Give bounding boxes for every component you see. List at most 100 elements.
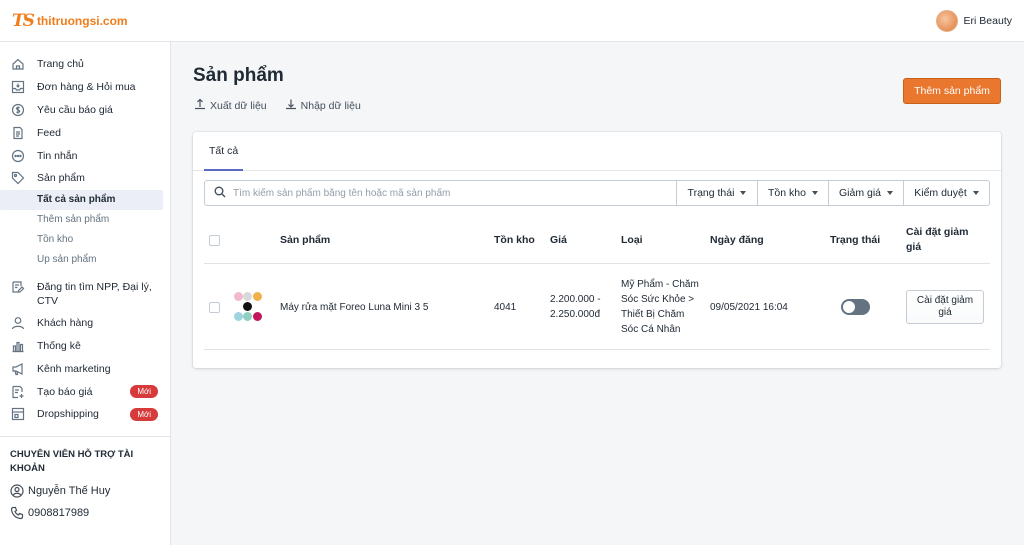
caret-down-icon [972,191,979,195]
sidebar-item-quote-requests[interactable]: Yêu cầu báo giá [0,99,170,122]
logo-text: thitruongsi.com [36,13,128,28]
chat-icon [11,149,25,163]
sidebar-item-label: Thống kê [37,339,81,352]
sidebar-subitem-add-product[interactable]: Thêm sản phẩm [0,210,170,230]
logo-mark: TS [12,10,35,31]
sidebar-item-messages[interactable]: Tin nhắn [0,144,170,167]
product-thumbnail[interactable] [232,291,264,323]
sidebar-item-products[interactable]: Sản phẩm [0,167,170,190]
sidebar-item-label: Dropshipping [37,408,99,421]
support-phone: 0908817989 [28,507,90,519]
sidebar-item-home[interactable]: Trang chủ [0,53,170,76]
sidebar-item-label: Tạo báo giá [37,385,93,398]
products-card: Tất cả Trạng thái Tồn kho Giảm giá [193,132,1001,368]
sidebar-item-label: Feed [37,126,61,139]
filter-discount[interactable]: Giảm giá [828,181,903,205]
download-icon [285,98,297,113]
products-table: Sản phẩm Tồn kho Giá Loại Ngày đăng Trạn… [204,216,990,350]
sidebar-item-statistics[interactable]: Thống kê [0,335,170,358]
import-label: Nhập dữ liệu [300,99,361,112]
sidebar-item-dropshipping[interactable]: Dropshipping Mới [0,403,170,426]
product-stock: 4041 [494,301,517,313]
caret-down-icon [740,191,747,195]
phone-icon [10,506,24,520]
post-icon [11,280,25,294]
main-content: Sản phẩm Xuất dữ liệu Nhập dữ liệu Thêm … [171,42,1024,545]
sidebar-item-label: Trang chủ [37,58,84,71]
column-header-stock: Tồn kho [494,234,535,246]
chart-icon [11,339,25,353]
upload-icon [194,98,206,113]
sidebar-subitem-inventory[interactable]: Tồn kho [0,230,170,250]
sidebar-subitem-all-products[interactable]: Tất cả sản phẩm [0,189,163,210]
sidebar-item-label: Khách hàng [37,317,94,330]
support-phone-row[interactable]: 0908817989 [10,506,161,520]
sidebar-item-label: Sản phẩm [37,172,85,185]
row-checkbox[interactable] [209,301,220,313]
filter-label: Kiểm duyệt [914,187,967,199]
column-header-price: Giá [550,234,567,246]
support-title: CHUYÊN VIÊN HỖ TRỢ TÀI KHOẢN [10,449,134,474]
table-header: Sản phẩm Tồn kho Giá Loại Ngày đăng Trạn… [204,216,990,264]
column-header-status: Trạng thái [830,234,881,246]
sidebar-item-create-quote[interactable]: Tạo báo giá Mới [0,380,170,403]
quote-icon [11,385,25,399]
filter-label: Tồn kho [768,187,806,199]
filter-status[interactable]: Trạng thái [676,181,757,205]
export-data-button[interactable]: Xuất dữ liệu [194,98,267,113]
product-name[interactable]: Máy rửa mặt Foreo Luna Mini 3 5 [280,264,428,350]
sidebar-subitem-up-product[interactable]: Up sản phẩm [0,250,170,270]
sidebar-item-label: Đăng tin tìm NPP, Đại lý, CTV [37,280,152,307]
column-header-date: Ngày đăng [710,234,764,246]
inbox-icon [11,80,25,94]
caret-down-icon [887,191,893,195]
filter-moderation[interactable]: Kiểm duyệt [903,181,989,205]
new-badge: Mới [130,407,158,421]
sidebar-item-feed[interactable]: Feed [0,121,170,144]
sidebar-item-marketing[interactable]: Kênh marketing [0,357,170,380]
page-actions: Xuất dữ liệu Nhập dữ liệu [194,98,361,113]
sidebar-item-label: Kênh marketing [37,362,111,375]
user-circle-icon [10,484,24,498]
person-icon [11,316,25,330]
status-toggle[interactable] [841,299,870,315]
discount-settings-button[interactable]: Cài đặt giảm giá [906,290,984,324]
document-icon [11,126,25,140]
avatar [935,9,958,32]
tab-all[interactable]: Tất cả [204,132,244,171]
sidebar-item-post-distributor[interactable]: Đăng tin tìm NPP, Đại lý, CTV [0,276,170,312]
logo[interactable]: TS thitruongsi.com [12,11,128,31]
store-icon [11,407,25,421]
sidebar: Trang chủ Đơn hàng & Hỏi mua Yêu cầu báo… [0,42,171,545]
table-row: Máy rửa mặt Foreo Luna Mini 3 5 4041 2.2… [204,264,990,350]
product-date: 09/05/2021 16:04 [710,301,788,313]
tag-icon [11,171,25,185]
sidebar-item-customers[interactable]: Khách hàng [0,312,170,335]
sidebar-item-label: Tin nhắn [37,149,78,162]
filter-bar: Trạng thái Tồn kho Giảm giá Kiểm duyệt [204,180,990,206]
dollar-icon [11,103,25,117]
select-all-checkbox[interactable] [209,234,220,246]
sidebar-item-label: Đơn hàng & Hỏi mua [37,81,136,94]
add-product-button[interactable]: Thêm sản phẩm [903,78,1001,104]
account-support: CHUYÊN VIÊN HỖ TRỢ TÀI KHOẢN Nguyễn Thế … [0,436,171,520]
column-header-category: Loại [621,234,643,246]
home-icon [11,57,25,71]
column-header-discount: Cài đặt giảm giá [906,226,969,253]
filter-stock[interactable]: Tồn kho [757,181,828,205]
megaphone-icon [11,362,25,376]
filter-label: Trạng thái [687,187,735,199]
export-label: Xuất dữ liệu [210,99,267,112]
tab-bar: Tất cả [193,132,1001,171]
product-category: Mỹ Phẩm - Chăm Sóc Sức Khỏe > Thiết Bị C… [621,279,699,335]
filter-label: Giảm giá [838,187,881,199]
top-bar: TS thitruongsi.com Eri Beauty [0,0,1024,42]
support-name: Nguyễn Thế Huy [28,485,111,497]
search-input[interactable] [233,187,676,199]
import-data-button[interactable]: Nhập dữ liệu [285,98,361,113]
search-box[interactable] [205,181,676,205]
sidebar-item-label: Yêu cầu báo giá [37,103,113,116]
user-menu[interactable]: Eri Beauty [935,9,1012,32]
caret-down-icon [811,191,818,195]
sidebar-item-orders[interactable]: Đơn hàng & Hỏi mua [0,76,170,99]
